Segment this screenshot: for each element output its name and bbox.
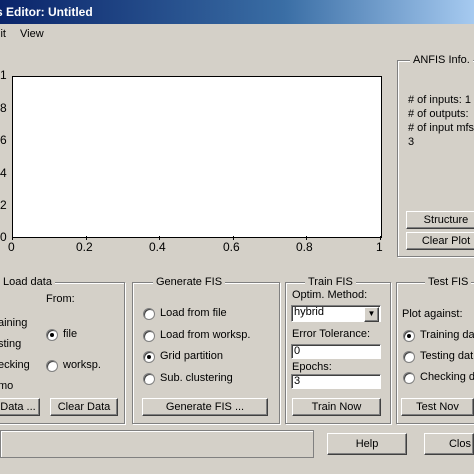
checking-data-label[interactable]: Checking d <box>420 371 474 383</box>
plot-against-label: Plot against: <box>402 308 463 320</box>
training-data-radio[interactable] <box>403 330 415 342</box>
test-fis-title: Test FIS <box>425 276 472 288</box>
x-tick-label: 0.6 <box>223 240 240 254</box>
structure-button[interactable]: Structure <box>406 211 474 229</box>
anfis-info-title: ANFIS Info. <box>410 54 473 66</box>
status-bar <box>0 430 314 458</box>
grid-partition-radio[interactable] <box>143 351 155 363</box>
from-workspace-label[interactable]: worksp. <box>63 359 101 371</box>
test-now-button[interactable]: Test Nov <box>401 398 474 416</box>
optim-method-label: Optim. Method: <box>292 289 368 301</box>
anfis-info-line: 3 <box>408 136 415 148</box>
data-type-option[interactable]: sting <box>0 338 21 350</box>
help-button[interactable]: Help <box>327 433 407 455</box>
y-tick-label: 4 <box>0 166 7 180</box>
train-fis-title: Train FIS <box>305 276 356 288</box>
title-bar: s Editor: Untitled <box>0 0 474 24</box>
checking-data-radio[interactable] <box>403 372 415 384</box>
epochs-label: Epochs: <box>292 361 332 373</box>
testing-data-radio[interactable] <box>403 351 415 363</box>
grid-partition-label[interactable]: Grid partition <box>160 350 223 362</box>
epochs-input[interactable]: 3 <box>291 374 381 389</box>
sub-clustering-label[interactable]: Sub. clustering <box>160 372 233 384</box>
optim-method-select[interactable]: hybrid ▼ <box>291 305 381 322</box>
anfis-info-line: # of inputs: 1 <box>408 94 471 106</box>
y-tick-label: 1 <box>0 68 7 82</box>
training-data-plot[interactable] <box>12 76 382 238</box>
y-tick-label: 8 <box>0 101 7 115</box>
anfis-info-line: # of input mfs <box>408 122 474 134</box>
from-file-radio[interactable] <box>46 329 58 341</box>
data-type-option[interactable]: aining <box>0 317 27 329</box>
load-data-title: Load data <box>0 276 55 288</box>
generate-fis-button[interactable]: Generate FIS ... <box>142 398 268 416</box>
training-data-label[interactable]: Training da <box>420 329 474 341</box>
train-now-button[interactable]: Train Now <box>292 398 381 416</box>
dropdown-arrow-icon[interactable]: ▼ <box>364 307 379 322</box>
x-tick-label: 1 <box>376 240 383 254</box>
data-type-option[interactable]: ecking <box>0 359 30 371</box>
testing-data-label[interactable]: Testing dat <box>420 350 473 362</box>
anfis-info-line: # of outputs: <box>408 108 469 120</box>
x-tick-label: 0.4 <box>149 240 166 254</box>
from-file-label[interactable]: file <box>63 328 77 340</box>
y-tick-label: 0 <box>0 230 7 244</box>
load-from-workspace-radio[interactable] <box>143 330 155 342</box>
load-from-file-label[interactable]: Load from file <box>160 307 227 319</box>
menu-bar: lit View <box>0 24 474 44</box>
load-from-workspace-label[interactable]: Load from worksp. <box>160 329 250 341</box>
y-tick-label: 6 <box>0 133 7 147</box>
error-tolerance-label: Error Tolerance: <box>292 328 371 340</box>
load-from-file-radio[interactable] <box>143 308 155 320</box>
error-tolerance-input[interactable]: 0 <box>291 344 381 359</box>
y-tick-label: 2 <box>0 198 7 212</box>
load-data-button[interactable]: Data ... <box>0 398 40 416</box>
clear-data-button[interactable]: Clear Data <box>50 398 118 416</box>
generate-fis-title: Generate FIS <box>153 276 226 288</box>
window-title: s Editor: Untitled <box>0 5 93 19</box>
from-label: From: <box>46 293 75 305</box>
menu-edit[interactable]: lit <box>0 24 6 44</box>
x-tick-label: 0.2 <box>76 240 93 254</box>
clear-plot-button[interactable]: Clear Plot <box>406 232 474 250</box>
from-workspace-radio[interactable] <box>46 360 58 372</box>
data-type-option[interactable]: mo <box>0 380 13 392</box>
optim-method-value: hybrid <box>294 306 324 318</box>
close-button[interactable]: Clos <box>424 433 474 455</box>
sub-clustering-radio[interactable] <box>143 373 155 385</box>
x-tick-label: 0 <box>8 240 15 254</box>
x-tick-label: 0.8 <box>296 240 313 254</box>
menu-view[interactable]: View <box>20 24 44 44</box>
